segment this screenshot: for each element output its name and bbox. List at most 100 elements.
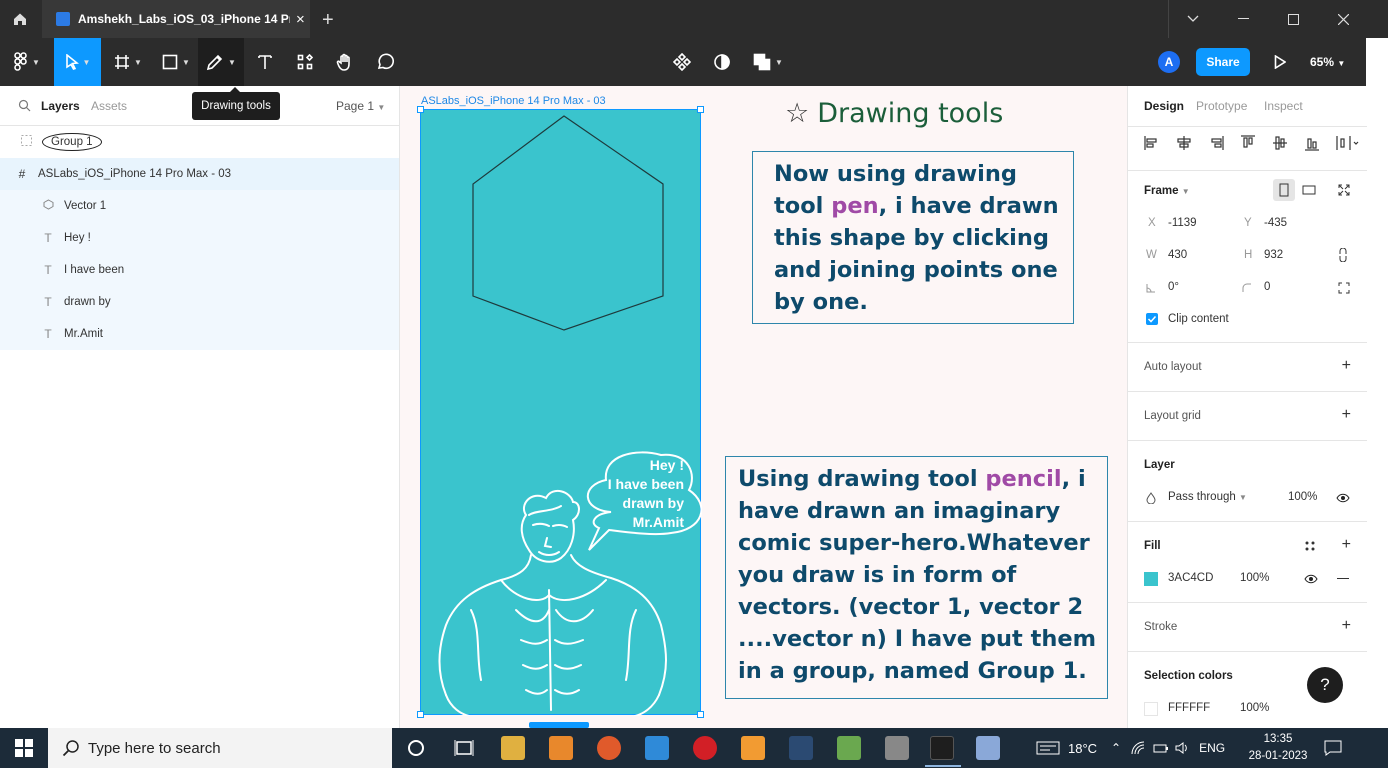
volume-icon[interactable] <box>1175 741 1191 755</box>
minimize-button[interactable] <box>1218 0 1268 38</box>
fill-color-swatch[interactable] <box>1144 572 1158 586</box>
vscode-icon[interactable] <box>645 736 669 760</box>
resize-handle[interactable] <box>697 711 704 718</box>
zoom-control[interactable]: 65% ▼ <box>1310 55 1345 69</box>
independent-corners-icon[interactable] <box>1338 282 1350 294</box>
tab-close-button[interactable]: × <box>296 11 305 28</box>
resize-handle[interactable] <box>417 711 424 718</box>
tab-assets[interactable]: Assets <box>91 99 127 113</box>
frame-tool-button[interactable]: ▼ <box>108 38 148 86</box>
search-icon[interactable] <box>18 99 31 112</box>
layer-row-text[interactable]: T I have been <box>0 254 399 286</box>
tab-layers[interactable]: Layers <box>41 99 80 113</box>
layer-row-text[interactable]: T Hey ! <box>0 222 399 254</box>
cortana-icon[interactable] <box>407 739 425 757</box>
components-button[interactable] <box>668 38 696 86</box>
eye-icon[interactable] <box>1304 574 1318 584</box>
hand-tool-button[interactable] <box>330 38 360 86</box>
remove-fill-button[interactable] <box>1337 578 1349 579</box>
layer-row-vector[interactable]: Vector 1 <box>0 190 399 222</box>
w-input[interactable]: 430 <box>1168 249 1187 261</box>
task-view-icon[interactable] <box>454 739 474 757</box>
add-auto-layout-button[interactable]: + <box>1342 357 1351 375</box>
blend-mode-select[interactable]: Pass through ▼ <box>1168 491 1247 503</box>
fill-hex-input[interactable]: 3AC4CD <box>1168 572 1213 584</box>
shape-tool-button[interactable]: ▼ <box>156 38 196 86</box>
maximize-button[interactable] <box>1268 0 1318 38</box>
weather-temp[interactable]: 18°C <box>1068 741 1097 756</box>
layer-row-text[interactable]: T Mr.Amit <box>0 318 399 350</box>
firefox-icon[interactable] <box>597 736 621 760</box>
xampp-icon[interactable] <box>741 736 765 760</box>
taskbar-search[interactable]: Type here to search <box>48 728 392 768</box>
text-tool-button[interactable] <box>250 38 280 86</box>
avatar[interactable]: A <box>1158 51 1180 73</box>
boolean-ops-button[interactable]: ▼ <box>748 38 788 86</box>
resize-to-fit-icon[interactable] <box>1338 184 1350 196</box>
landscape-icon[interactable] <box>1302 185 1316 195</box>
layer-row-group[interactable]: Group 1 <box>0 126 399 158</box>
resources-button[interactable] <box>290 38 320 86</box>
share-button[interactable]: Share <box>1196 48 1250 76</box>
notifications-icon[interactable] <box>1324 740 1342 756</box>
iphone-frame[interactable]: Hey ! I have been drawn by Mr.Amit <box>420 109 702 716</box>
file-tab[interactable]: Amshekh_Labs_iOS_03_iPhone 14 Pro Max × <box>42 0 310 38</box>
frame-label[interactable]: ASLabs_iOS_iPhone 14 Pro Max - 03 <box>421 95 606 107</box>
sublime-text-icon[interactable] <box>549 736 573 760</box>
present-button[interactable] <box>1268 38 1292 86</box>
x-input[interactable]: -1139 <box>1168 217 1197 229</box>
move-tool-button[interactable]: ▼ <box>54 38 101 86</box>
mysql-workbench-icon[interactable] <box>789 736 813 760</box>
page-selector[interactable]: Page 1 ▼ <box>336 99 385 113</box>
layer-row-text[interactable]: T drawn by <box>0 286 399 318</box>
language-indicator[interactable]: ENG <box>1199 741 1225 755</box>
new-tab-button[interactable]: + <box>322 9 334 32</box>
figma-taskbar-icon[interactable] <box>925 736 961 767</box>
clock[interactable]: 13:35 28-01-2023 <box>1248 731 1308 765</box>
resize-handle[interactable] <box>417 106 424 113</box>
comment-tool-button[interactable] <box>370 38 400 86</box>
git-tool-icon[interactable] <box>837 736 861 760</box>
battery-icon[interactable] <box>1153 741 1169 755</box>
portrait-toggle[interactable] <box>1273 179 1295 201</box>
frame-title[interactable]: Frame ▼ <box>1144 185 1190 197</box>
layer-opacity-input[interactable]: 100% <box>1288 491 1317 503</box>
chevron-up-icon[interactable]: ⌃ <box>1111 741 1121 755</box>
close-window-button[interactable] <box>1318 0 1368 38</box>
tab-inspect[interactable]: Inspect <box>1264 99 1303 113</box>
style-grid-icon[interactable] <box>1304 540 1316 552</box>
tabs-dropdown-button[interactable] <box>1168 0 1218 38</box>
help-button[interactable]: ? <box>1307 667 1343 703</box>
opera-icon[interactable] <box>693 736 717 760</box>
system-tray: 18°C ⌃ ENG <box>1036 728 1225 768</box>
y-input[interactable]: -435 <box>1264 217 1287 229</box>
tab-design[interactable]: Design <box>1144 99 1184 113</box>
add-fill-button[interactable]: + <box>1342 536 1351 554</box>
eye-icon[interactable] <box>1336 493 1350 503</box>
tab-prototype[interactable]: Prototype <box>1196 99 1247 113</box>
resize-handle[interactable] <box>697 106 704 113</box>
clip-content-checkbox[interactable] <box>1146 313 1158 325</box>
home-button[interactable] <box>0 0 40 38</box>
rotation-input[interactable]: 0° <box>1168 281 1179 293</box>
file-explorer-icon[interactable] <box>501 736 525 760</box>
video-editor-icon[interactable] <box>885 736 909 760</box>
h-input[interactable]: 932 <box>1264 249 1283 261</box>
add-stroke-button[interactable]: + <box>1342 617 1351 635</box>
selection-color-swatch[interactable] <box>1144 702 1158 716</box>
selection-hex-value[interactable]: FFFFFF <box>1168 702 1210 714</box>
paint-icon[interactable] <box>976 736 1000 760</box>
drawing-tools-button[interactable]: ▼ <box>198 38 244 86</box>
fill-opacity-input[interactable]: 100% <box>1240 572 1269 584</box>
weather-icon[interactable] <box>1036 740 1060 756</box>
windows-start-icon[interactable] <box>15 739 33 757</box>
mask-button[interactable] <box>708 38 736 86</box>
network-icon[interactable] <box>1131 741 1147 755</box>
main-menu-button[interactable]: ▼ <box>6 38 48 86</box>
layer-row-frame[interactable]: # ASLabs_iOS_iPhone 14 Pro Max - 03 <box>0 158 399 190</box>
selection-opacity-value[interactable]: 100% <box>1240 702 1269 714</box>
canvas[interactable]: ASLabs_iOS_iPhone 14 Pro Max - 03 Hey ! … <box>400 86 1127 728</box>
radius-input[interactable]: 0 <box>1264 281 1270 293</box>
constrain-proportions-icon[interactable] <box>1338 248 1348 262</box>
add-layout-grid-button[interactable]: + <box>1342 406 1351 424</box>
